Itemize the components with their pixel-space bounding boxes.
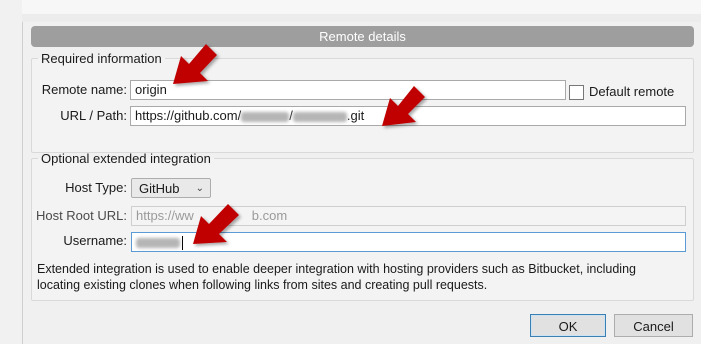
arrow-icon: [382, 86, 425, 126]
arrow-icon: [193, 204, 239, 244]
arrow-icon: [173, 44, 217, 84]
annotation-arrows: [173, 44, 425, 244]
